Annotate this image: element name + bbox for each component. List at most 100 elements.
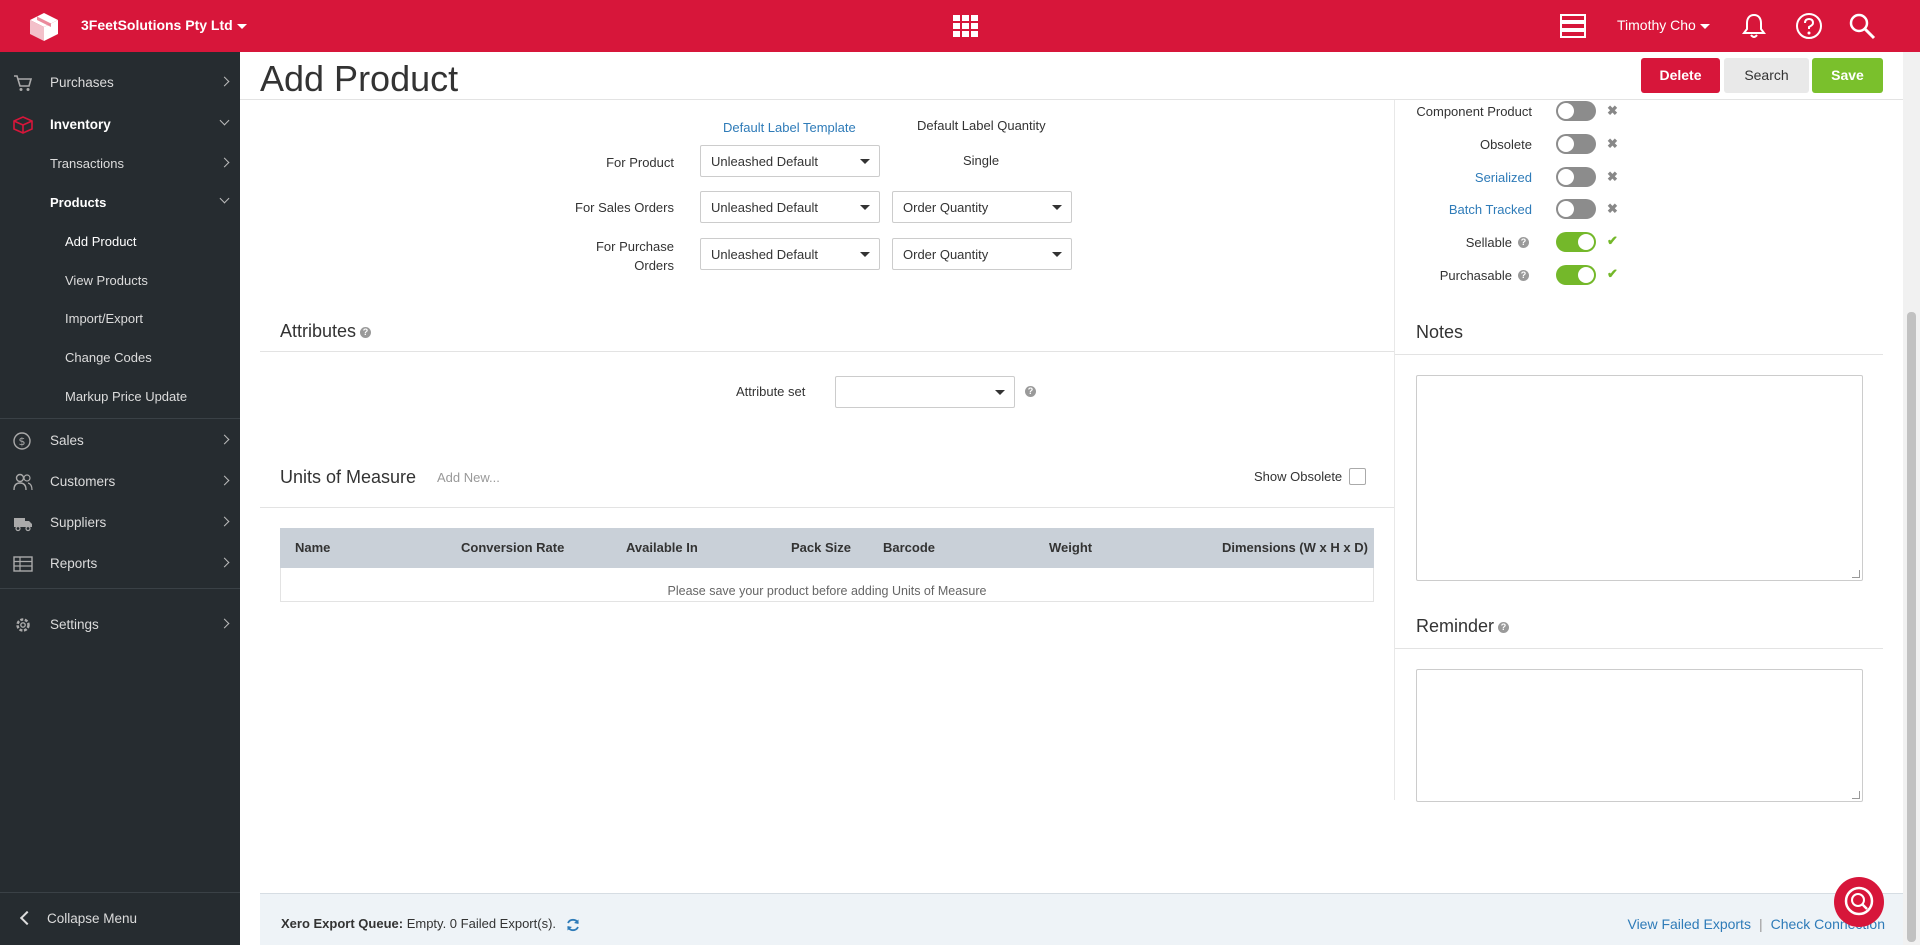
serialized-toggle[interactable]	[1556, 167, 1596, 187]
sidebar-item-markup-price-update[interactable]: Markup Price Update	[0, 381, 240, 413]
help-icon[interactable]: ?	[1518, 237, 1529, 248]
column-header[interactable]: Name	[295, 540, 330, 555]
uom-section-title: Units of Measure	[280, 467, 417, 487]
sidebar-item-label: Import/Export	[65, 311, 144, 326]
sidebar-item-transactions[interactable]: Transactions	[0, 148, 240, 180]
product-label-quantity: Single	[963, 153, 1000, 168]
save-button[interactable]: Save	[1812, 58, 1883, 93]
sidebar-item-purchases[interactable]: Purchases	[0, 64, 240, 102]
section-divider	[1395, 354, 1883, 355]
column-header[interactable]: Dimensions (W x H x D)	[1222, 540, 1368, 555]
help-icon[interactable]: ?	[1498, 621, 1510, 633]
purchase-orders-label-template-select[interactable]: Unleashed Default	[700, 238, 880, 270]
help-icon[interactable]: ?	[1025, 386, 1036, 397]
refresh-icon[interactable]	[566, 918, 580, 932]
reminder-textarea[interactable]	[1416, 669, 1863, 802]
cube-logo-icon[interactable]	[28, 12, 60, 42]
show-obsolete-checkbox[interactable]	[1349, 468, 1366, 485]
help-icon[interactable]: ?	[360, 326, 372, 338]
label-row-label: For Purchase Orders	[560, 237, 674, 275]
chevron-right-icon	[219, 475, 230, 486]
sidebar-item-label: Purchases	[50, 75, 114, 90]
purchase-orders-label-quantity-select[interactable]: Order Quantity	[892, 238, 1072, 270]
notes-textarea[interactable]	[1416, 375, 1863, 581]
default-label-template-link[interactable]: Default Label Template	[723, 120, 856, 135]
select-value: Order Quantity	[903, 200, 989, 215]
search-icon[interactable]	[1848, 12, 1876, 40]
sales-orders-label-quantity-select[interactable]: Order Quantity	[892, 191, 1072, 223]
svg-text:$: $	[19, 435, 26, 448]
flag-label-sellable: Sellable	[1465, 235, 1512, 250]
batch-tracked-toggle[interactable]	[1556, 199, 1596, 219]
sidebar-item-settings[interactable]: Settings	[0, 606, 240, 644]
default-label-quantity-header: Default Label Quantity	[917, 118, 1046, 133]
sellable-toggle[interactable]	[1556, 232, 1596, 252]
add-new-uom-link[interactable]: Add New...	[437, 470, 500, 485]
check-icon: ✔	[1607, 266, 1618, 281]
xero-queue-value: Empty. 0 Failed Export(s).	[406, 916, 557, 931]
bell-icon[interactable]	[1741, 12, 1767, 40]
header-divider	[240, 99, 1903, 100]
apps-grid-icon[interactable]	[953, 15, 978, 37]
chevron-right-icon	[219, 618, 230, 629]
help-chat-button[interactable]	[1834, 877, 1884, 927]
search-button[interactable]: Search	[1724, 58, 1809, 93]
toggle-knob	[1558, 136, 1574, 152]
column-header[interactable]: Available In	[626, 540, 698, 555]
sidebar-item-suppliers[interactable]: Suppliers	[0, 504, 240, 542]
scrollbar-thumb[interactable]	[1907, 312, 1916, 942]
sidebar-item-products[interactable]: Products	[0, 187, 240, 219]
attributes-title: Attributes	[280, 321, 357, 341]
chevron-right-icon	[219, 434, 230, 445]
sidebar-item-label: Settings	[50, 617, 99, 632]
batch-tracked-link[interactable]: Batch Tracked	[1380, 202, 1532, 217]
sidebar-item-label: Add Product	[65, 234, 137, 249]
delete-button[interactable]: Delete	[1641, 58, 1720, 93]
sidebar-item-label: Markup Price Update	[65, 389, 188, 404]
column-header[interactable]: Weight	[1049, 540, 1092, 555]
sidebar-item-label: Inventory	[50, 117, 111, 132]
column-header[interactable]: Conversion Rate	[461, 540, 564, 555]
sidebar-item-view-products[interactable]: View Products	[0, 265, 240, 297]
component-product-toggle[interactable]	[1556, 101, 1596, 121]
user-menu[interactable]: Timothy Cho	[1617, 17, 1710, 33]
sales-orders-label-template-select[interactable]: Unleashed Default	[700, 191, 880, 223]
view-failed-exports-link[interactable]: View Failed Exports	[1627, 916, 1750, 932]
box-icon	[13, 116, 33, 134]
purchasable-toggle[interactable]	[1556, 265, 1596, 285]
help-icon[interactable]: ?	[1518, 270, 1529, 281]
sidebar-item-customers[interactable]: Customers	[0, 463, 240, 501]
sidebar-item-import-export[interactable]: Import/Export	[0, 303, 240, 335]
sidebar-item-reports[interactable]: Reports	[0, 545, 240, 583]
link-separator: |	[1758, 916, 1763, 932]
gear-icon	[16, 618, 30, 632]
sidebar-item-add-product[interactable]: Add Product	[0, 226, 240, 258]
section-divider	[1395, 648, 1883, 649]
chevron-right-icon	[219, 557, 230, 568]
serialized-link[interactable]: Serialized	[1380, 170, 1532, 185]
sidebar-divider	[0, 418, 240, 419]
sidebar-item-label: View Products	[65, 273, 148, 288]
product-label-template-select[interactable]: Unleashed Default	[700, 145, 880, 177]
company-switcher[interactable]: 3FeetSolutions Pty Ltd	[81, 17, 247, 33]
resize-grip-icon[interactable]	[1852, 570, 1860, 578]
resize-grip-icon[interactable]	[1852, 791, 1860, 799]
column-header[interactable]: Barcode	[883, 540, 935, 555]
chevron-left-icon	[19, 910, 35, 926]
column-header[interactable]: Pack Size	[791, 540, 851, 555]
stack-icon[interactable]	[1560, 14, 1586, 38]
sidebar-item-change-codes[interactable]: Change Codes	[0, 342, 240, 374]
attribute-set-select[interactable]	[835, 376, 1015, 408]
sidebar-item-inventory[interactable]: Inventory	[0, 106, 240, 144]
xero-export-footer: Xero Export Queue: Empty. 0 Failed Expor…	[260, 893, 1903, 945]
uom-empty-message: Please save your product before adding U…	[667, 584, 987, 598]
sidebar-item-sales[interactable]: $ Sales	[0, 422, 240, 460]
dollar-icon: $	[13, 432, 31, 450]
collapse-menu-button[interactable]: Collapse Menu	[0, 892, 240, 945]
sidebar-item-label: Products	[50, 195, 107, 210]
section-divider	[260, 351, 1394, 352]
obsolete-toggle[interactable]	[1556, 134, 1596, 154]
sidebar-item-label: Sales	[50, 433, 84, 448]
help-icon[interactable]	[1795, 12, 1823, 40]
page-scrollbar[interactable]	[1903, 52, 1920, 945]
